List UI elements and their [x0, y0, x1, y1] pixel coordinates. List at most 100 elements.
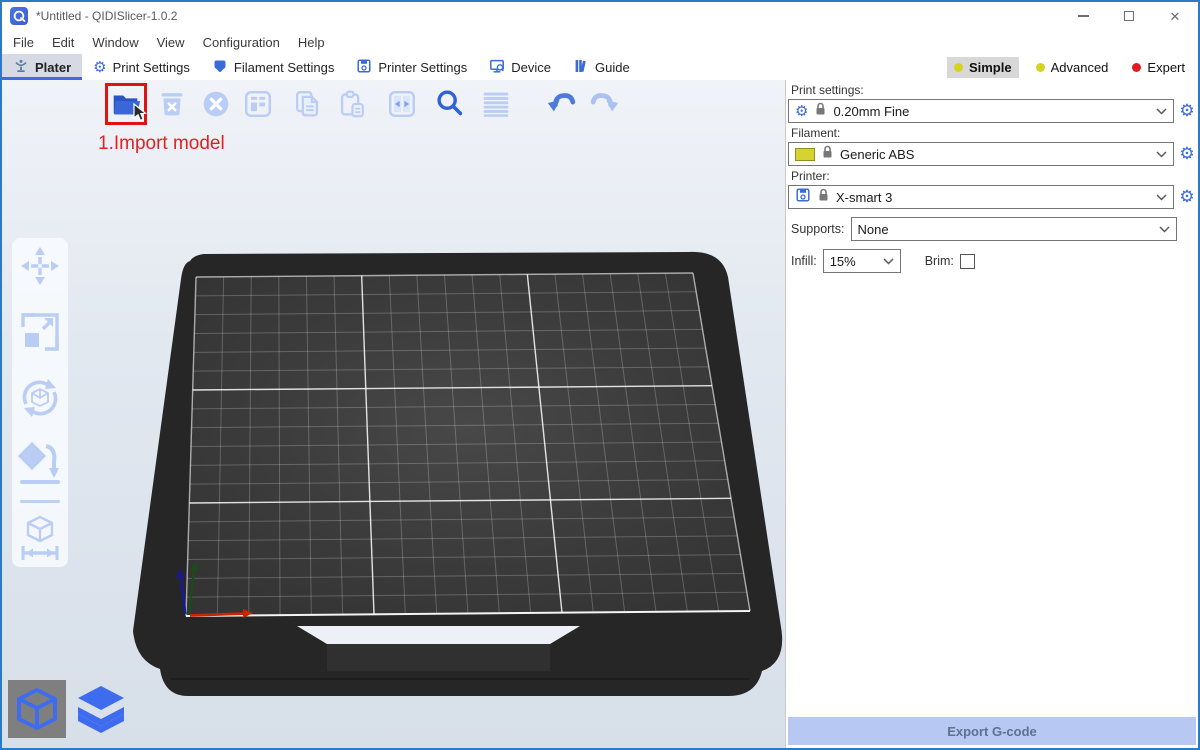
split-objects-icon	[385, 87, 419, 121]
delete-button[interactable]	[154, 86, 190, 122]
paste-icon	[335, 87, 369, 121]
tab-print-settings[interactable]: ⚙ Print Settings	[82, 54, 201, 80]
view-switcher	[8, 680, 130, 738]
export-gcode-button[interactable]: Export G-code	[788, 717, 1196, 745]
printer-value: X-smart 3	[836, 190, 892, 205]
tab-device[interactable]: Device	[478, 54, 562, 80]
mode-simple[interactable]: Simple	[947, 57, 1019, 78]
gizmo-toolbar	[12, 238, 68, 567]
filament-icon	[212, 58, 228, 77]
mode-expert[interactable]: Expert	[1125, 57, 1192, 78]
search-icon	[433, 87, 467, 121]
brim-label: Brim:	[925, 254, 954, 268]
filament-gear-button[interactable]: ⚙	[1177, 144, 1197, 164]
layer-lines-icon	[479, 87, 513, 121]
import-button[interactable]	[108, 86, 144, 122]
device-icon	[489, 58, 505, 77]
rotate-icon	[18, 376, 62, 420]
print-settings-dropdown[interactable]: ⚙ 0.20mm Fine	[788, 99, 1174, 123]
arrange-button[interactable]	[240, 86, 276, 122]
tab-filament-settings[interactable]: Filament Settings	[201, 54, 345, 80]
printer-icon	[356, 58, 372, 77]
bed-handle-recess	[327, 644, 550, 671]
printer-label: Printer:	[791, 169, 1198, 183]
copy-button[interactable]	[290, 86, 326, 122]
variable-layer-height-button[interactable]	[478, 86, 514, 122]
chevron-down-icon	[883, 254, 894, 268]
move-arrows-icon	[19, 245, 61, 287]
close-button[interactable]: ✕	[1152, 2, 1198, 30]
print-settings-gear-button[interactable]: ⚙	[1177, 101, 1197, 121]
search-button[interactable]	[432, 86, 468, 122]
rotate-tool[interactable]	[18, 376, 62, 420]
measure-icon	[18, 513, 62, 561]
redo-button[interactable]	[586, 86, 622, 122]
menu-edit[interactable]: Edit	[43, 32, 83, 53]
minimize-icon	[1078, 15, 1089, 17]
menu-file[interactable]: File	[4, 32, 43, 53]
move-tool[interactable]	[18, 244, 62, 288]
plater-icon	[13, 58, 29, 77]
brim-checkbox[interactable]	[960, 254, 975, 269]
scale-tool[interactable]	[18, 310, 62, 354]
gear-icon: ⚙	[93, 60, 106, 75]
supports-value: None	[858, 222, 889, 237]
import-annotation: 1.Import model	[98, 133, 225, 155]
preview-layers-view-button[interactable]	[72, 680, 130, 738]
print-bed[interactable]	[120, 239, 785, 714]
filament-dropdown[interactable]: Generic ABS	[788, 142, 1174, 166]
viewport-3d[interactable]: 1.Import model	[2, 80, 785, 748]
mode-switcher: Simple Advanced Expert	[947, 54, 1192, 80]
menu-view[interactable]: View	[148, 32, 194, 53]
menu-help[interactable]: Help	[289, 32, 334, 53]
infill-value: 15%	[830, 254, 856, 269]
printer-gear-button[interactable]: ⚙	[1177, 187, 1197, 207]
mode-advanced[interactable]: Advanced	[1029, 57, 1116, 78]
tab-guide[interactable]: Guide	[562, 54, 641, 80]
supports-dropdown[interactable]: None	[851, 217, 1177, 241]
guide-icon	[573, 58, 589, 77]
undo-button[interactable]	[544, 86, 580, 122]
simple-dot-icon	[954, 63, 963, 72]
layers-icon	[75, 683, 127, 735]
infill-label: Infill:	[791, 254, 817, 268]
chevron-down-icon	[1156, 145, 1167, 163]
tab-printer-settings[interactable]: Printer Settings	[345, 54, 478, 80]
cube-icon	[14, 686, 60, 732]
window-title: *Untitled - QIDISlicer-1.0.2	[36, 9, 177, 23]
trash-icon	[155, 87, 189, 121]
minimize-button[interactable]	[1060, 2, 1106, 30]
copy-icon	[291, 87, 325, 121]
paste-button[interactable]	[334, 86, 370, 122]
menu-window[interactable]: Window	[83, 32, 147, 53]
lock-icon	[822, 145, 833, 164]
filament-color-swatch	[795, 148, 815, 161]
place-on-face-tool[interactable]	[18, 442, 62, 486]
plater-toolbar	[108, 86, 622, 122]
printer-dropdown[interactable]: X-smart 3	[788, 185, 1174, 209]
measure-tool[interactable]	[18, 515, 62, 559]
gizmo-separator	[20, 500, 60, 503]
chevron-down-icon	[1156, 102, 1167, 120]
tab-plater[interactable]: Plater	[2, 54, 82, 80]
app-window: *Untitled - QIDISlicer-1.0.2 ✕ File Edit…	[0, 0, 1200, 750]
scale-icon	[19, 311, 61, 353]
printer-icon	[795, 187, 811, 208]
mouse-cursor-icon	[132, 103, 148, 128]
title-bar: *Untitled - QIDISlicer-1.0.2 ✕	[2, 2, 1198, 30]
close-icon: ✕	[1170, 10, 1181, 23]
3d-editor-view-button[interactable]	[8, 680, 66, 738]
advanced-dot-icon	[1036, 63, 1045, 72]
undo-arrow-icon	[545, 87, 579, 121]
tab-bar: Plater ⚙ Print Settings Filament Setting…	[2, 54, 1198, 82]
maximize-button[interactable]	[1106, 2, 1152, 30]
filament-value: Generic ABS	[840, 147, 914, 162]
print-settings-value: 0.20mm Fine	[833, 104, 909, 119]
delete-all-button[interactable]	[198, 86, 234, 122]
infill-dropdown[interactable]: 15%	[823, 249, 901, 273]
split-button[interactable]	[384, 86, 420, 122]
menu-configuration[interactable]: Configuration	[194, 32, 289, 53]
redo-arrow-icon	[587, 87, 621, 121]
bed-handle-cutout	[297, 626, 580, 644]
supports-label: Supports:	[791, 222, 845, 236]
